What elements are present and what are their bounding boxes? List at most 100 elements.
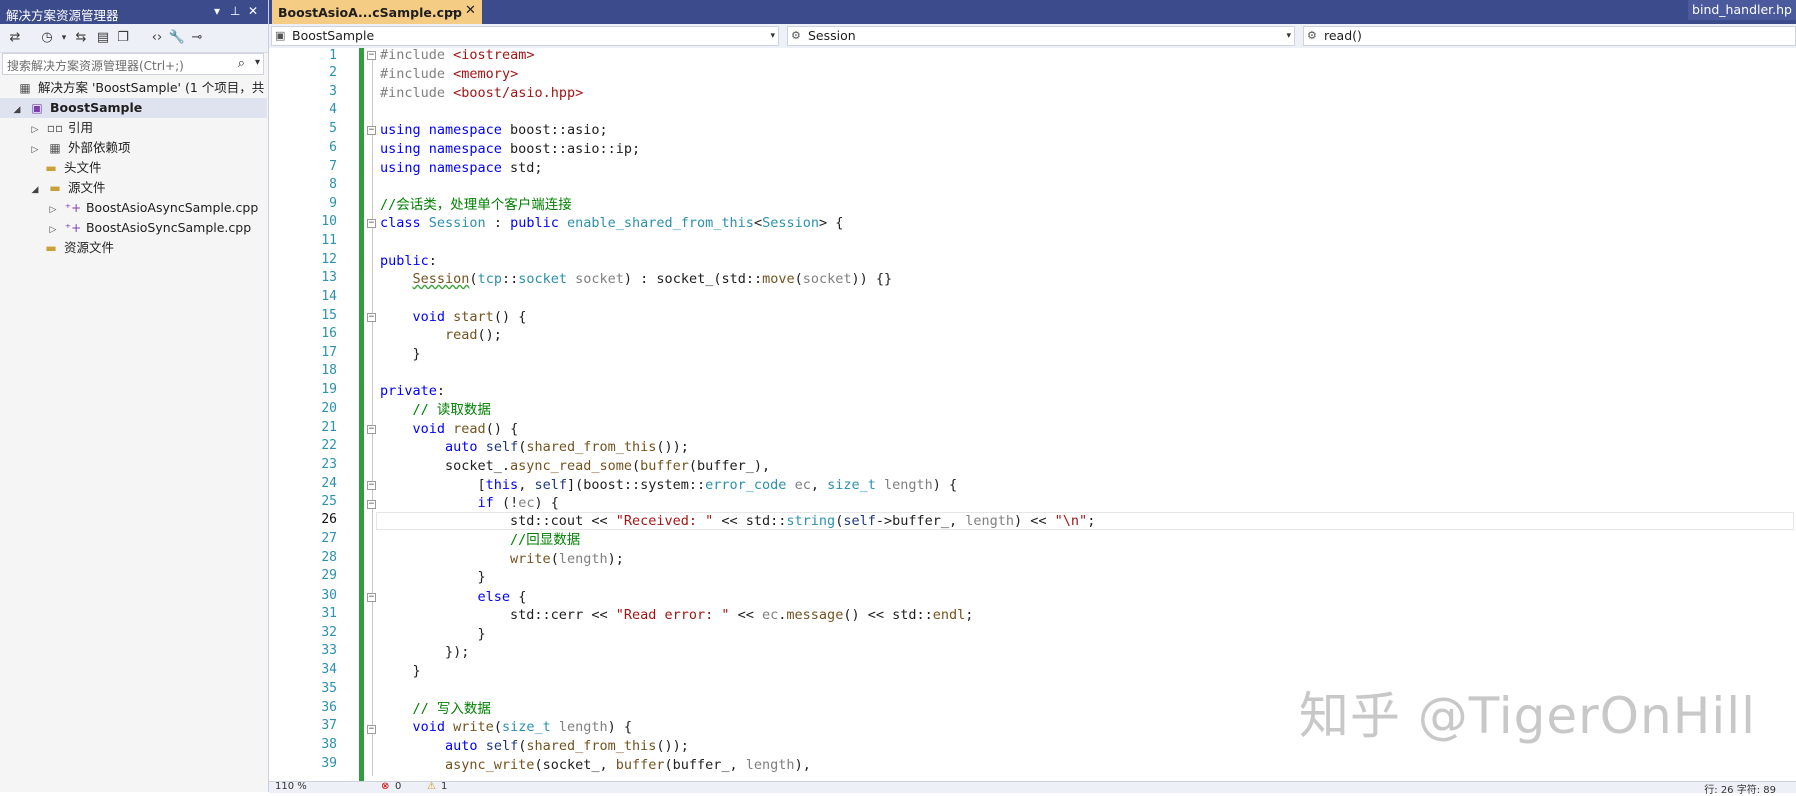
close-icon[interactable]: ✕ bbox=[248, 4, 258, 18]
code-line[interactable]: void write(size_t length) { bbox=[380, 718, 633, 736]
fold-toggle[interactable]: − bbox=[367, 425, 376, 434]
fold-toggle[interactable]: − bbox=[367, 500, 376, 509]
code-line[interactable]: public: bbox=[380, 252, 437, 270]
tree-item-resources[interactable]: ▬ 资源文件 bbox=[42, 238, 114, 258]
folder-icon: ▬ bbox=[49, 181, 61, 195]
line-number: 1 bbox=[329, 48, 337, 63]
swap-icon[interactable]: ⇆ bbox=[72, 29, 90, 47]
dropdown-icon[interactable]: ▾ bbox=[214, 4, 220, 18]
line-number: 25 bbox=[321, 494, 337, 509]
warning-count[interactable]: 1 bbox=[441, 781, 447, 792]
tree-project[interactable]: ◢ ▣ BoostSample bbox=[10, 98, 143, 120]
code-line[interactable]: // 写入数据 bbox=[380, 700, 491, 718]
expand-arrow-icon[interactable]: ▷ bbox=[28, 140, 42, 160]
code-line[interactable]: // 读取数据 bbox=[380, 401, 491, 419]
code-line[interactable]: #include <memory> bbox=[380, 65, 518, 83]
external-deps-icon: ▦ bbox=[49, 141, 61, 155]
code-line[interactable]: class Session : public enable_shared_fro… bbox=[380, 214, 843, 232]
line-number: 29 bbox=[321, 568, 337, 583]
code-line[interactable]: } bbox=[380, 568, 486, 586]
code-line[interactable]: //回显数据 bbox=[380, 531, 580, 549]
code-line[interactable]: [this, self](boost::system::error_code e… bbox=[380, 476, 958, 494]
sync-icon[interactable]: ⇄ bbox=[6, 29, 24, 47]
member-dropdown[interactable]: ⚙ read() bbox=[1303, 26, 1796, 46]
line-number: 28 bbox=[321, 550, 337, 565]
line-number: 31 bbox=[321, 606, 337, 621]
search-options-icon[interactable]: ▾ bbox=[255, 57, 260, 68]
collapse-all-icon[interactable]: ▤ bbox=[94, 29, 112, 47]
code-line[interactable]: socket_.async_read_some(buffer(buffer_), bbox=[380, 457, 770, 475]
zoom-level[interactable]: 110 % bbox=[275, 781, 307, 792]
code-line[interactable]: std::cout << "Received: " << std::string… bbox=[380, 512, 1095, 530]
code-line[interactable]: using namespace boost::asio::ip; bbox=[380, 140, 640, 158]
code-line[interactable]: void start() { bbox=[380, 308, 527, 326]
code-line[interactable]: write(length); bbox=[380, 550, 624, 568]
fold-toggle[interactable]: − bbox=[367, 593, 376, 602]
line-number: 24 bbox=[321, 476, 337, 491]
fold-toggle[interactable]: − bbox=[367, 126, 376, 135]
pin-icon[interactable]: ⊥ bbox=[230, 4, 240, 18]
code-line[interactable]: #include <boost/asio.hpp> bbox=[380, 84, 583, 102]
show-files-icon[interactable]: ❐ bbox=[114, 29, 132, 47]
error-count[interactable]: 0 bbox=[395, 781, 401, 792]
tree-item-headers[interactable]: ▬ 头文件 bbox=[42, 158, 101, 178]
code-line[interactable]: using namespace std; bbox=[380, 159, 543, 177]
search-icon[interactable]: ⌕ bbox=[238, 56, 245, 71]
code-line[interactable]: Session(tcp::socket socket) : socket_(st… bbox=[380, 270, 893, 288]
line-number: 21 bbox=[321, 420, 337, 435]
code-line[interactable]: std::cerr << "Read error: " << ec.messag… bbox=[380, 606, 973, 624]
tree-item-file1[interactable]: ▷ ⁺+ BoostAsioAsyncSample.cpp bbox=[46, 198, 259, 220]
tree-item-external-deps[interactable]: ▷ ▦ 外部依赖项 bbox=[28, 138, 131, 160]
line-number: 34 bbox=[321, 662, 337, 677]
expand-arrow-icon[interactable]: ▷ bbox=[46, 220, 60, 240]
tree-item-sources[interactable]: ◢ ▬ 源文件 bbox=[28, 178, 106, 200]
properties-icon[interactable]: 🔧 bbox=[168, 29, 186, 47]
references-icon: ▫▫ bbox=[46, 121, 64, 135]
tab-active-file[interactable]: BoostAsioA...cSample.cpp ⊸ ✕ bbox=[272, 0, 482, 24]
code-view-icon[interactable]: ‹› bbox=[148, 29, 166, 47]
tab-strip bbox=[269, 0, 1796, 24]
history-dropdown-icon[interactable]: ▾ bbox=[55, 29, 73, 47]
close-icon[interactable]: ✕ bbox=[465, 3, 476, 18]
history-icon[interactable]: ◷ bbox=[38, 29, 56, 47]
line-number: 12 bbox=[321, 252, 337, 267]
code-line[interactable]: } bbox=[380, 625, 486, 643]
line-number: 30 bbox=[321, 588, 337, 603]
fold-toggle[interactable]: − bbox=[367, 51, 376, 60]
code-line[interactable]: #include <iostream> bbox=[380, 46, 534, 64]
tree-item-file2[interactable]: ▷ ⁺+ BoostAsioSyncSample.cpp bbox=[46, 218, 252, 240]
code-line[interactable]: }); bbox=[380, 643, 469, 661]
tree-item-references[interactable]: ▷ ▫▫ 引用 bbox=[28, 118, 93, 138]
code-line[interactable]: read(); bbox=[380, 326, 502, 344]
fold-toggle[interactable]: − bbox=[367, 219, 376, 228]
expand-arrow-icon[interactable]: ▷ bbox=[28, 120, 42, 140]
code-line[interactable]: auto self(shared_from_this()); bbox=[380, 737, 689, 755]
tree-solution[interactable]: ▦ 解决方案 'BoostSample' (1 个项目，共 1 bbox=[16, 78, 276, 98]
project-dropdown[interactable]: ▣ BoostSample ▾ bbox=[271, 26, 779, 46]
fold-toggle[interactable]: − bbox=[367, 313, 376, 322]
error-icon: ⊗ bbox=[381, 781, 390, 792]
code-line[interactable]: } bbox=[380, 345, 421, 363]
scope-dropdown[interactable]: ⚙ Session ▾ bbox=[787, 26, 1295, 46]
line-number: 6 bbox=[329, 140, 337, 155]
expand-arrow-icon[interactable]: ▷ bbox=[46, 200, 60, 220]
code-line[interactable]: if (!ec) { bbox=[380, 494, 559, 512]
code-line[interactable]: } bbox=[380, 662, 421, 680]
code-line[interactable]: auto self(shared_from_this()); bbox=[380, 438, 689, 456]
collapse-arrow-icon[interactable]: ◢ bbox=[10, 100, 24, 120]
collapse-arrow-icon[interactable]: ◢ bbox=[28, 180, 42, 200]
search-input[interactable]: 搜索解决方案资源管理器(Ctrl+;) ⌕ ▾ bbox=[2, 53, 264, 75]
tab-bind-handler[interactable]: bind_handler.hp bbox=[1688, 0, 1796, 20]
fold-toggle[interactable]: − bbox=[367, 481, 376, 490]
fold-toggle[interactable]: − bbox=[367, 725, 376, 734]
code-line[interactable]: else { bbox=[380, 588, 527, 606]
preview-icon[interactable]: ⊸ bbox=[188, 29, 206, 47]
pin-icon[interactable]: ⊸ bbox=[448, 5, 457, 18]
code-line[interactable]: //会话类，处理单个客户端连接 bbox=[380, 196, 572, 214]
line-number: 27 bbox=[321, 531, 337, 546]
code-line[interactable]: void read() { bbox=[380, 420, 519, 438]
cursor-position: 行: 26 字符: 89 bbox=[1704, 785, 1776, 796]
code-line[interactable]: async_write(socket_, buffer(buffer_, len… bbox=[380, 756, 811, 774]
code-line[interactable]: using namespace boost::asio; bbox=[380, 121, 608, 139]
code-line[interactable]: private: bbox=[380, 382, 445, 400]
